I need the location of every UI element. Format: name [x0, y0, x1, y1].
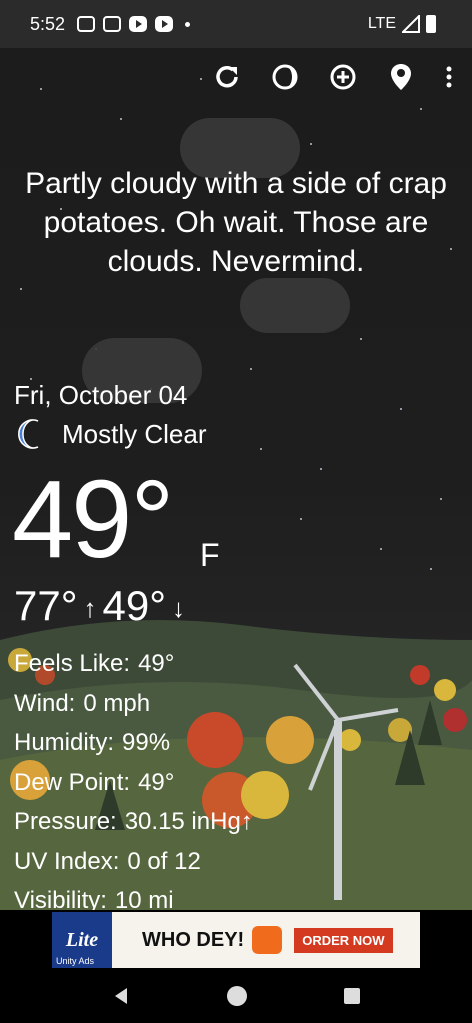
- detail-row: Humidity: 99%: [14, 723, 253, 763]
- home-icon[interactable]: [226, 985, 248, 1007]
- detail-label: Humidity:: [14, 729, 115, 756]
- arrow-down-icon: ↓: [172, 593, 186, 623]
- detail-value: 99%: [122, 729, 171, 756]
- high-temp: 77°: [14, 582, 78, 629]
- detail-label: Pressure:: [14, 808, 117, 835]
- detail-value: 0 mph: [83, 689, 151, 717]
- location-pin-icon[interactable]: [386, 62, 416, 92]
- theme-icon[interactable]: [270, 62, 300, 92]
- weather-details: Feels Like: 49° Wind: 0 mph Humidity: 99% D…: [14, 644, 253, 921]
- current-condition: Mostly Clear: [16, 418, 206, 450]
- current-temperature: 49°: [12, 458, 174, 581]
- add-location-icon[interactable]: [328, 62, 358, 92]
- ad-network-label: Unity Ads: [56, 956, 95, 966]
- condition-text: Mostly Clear: [62, 418, 207, 449]
- toolbar: [212, 62, 454, 92]
- high-low: 77° ↑ 49° ↓: [14, 582, 185, 630]
- low-temp: 49°: [102, 582, 167, 629]
- detail-row: Feels Like: 49°: [14, 644, 253, 684]
- weather-headline: Partly cloudy with a side of crap potato…: [25, 167, 447, 278]
- notification-icons: [77, 16, 191, 32]
- status-bar: 5:52 LTE: [0, 0, 472, 48]
- detail-value: 30.15 inHg↑: [124, 808, 253, 835]
- ad-banner-area: Lite WHO DEY! ORDER NOW Unity Ads: [0, 910, 472, 968]
- detail-row: Wind: 0 mph: [14, 684, 253, 724]
- bengals-logo: [252, 926, 283, 954]
- detail-label: Wind:: [14, 689, 76, 717]
- forecast-date: Fri, October 04: [14, 380, 188, 410]
- instagram-icon: [77, 16, 96, 32]
- detail-value: 0 of 12: [127, 847, 201, 875]
- back-icon[interactable]: [111, 986, 131, 1006]
- recents-icon[interactable]: [343, 987, 361, 1005]
- youtube-icon: [155, 16, 174, 32]
- detail-row: Pressure: 30.15 inHg↑: [14, 802, 253, 842]
- ad-headline: WHO DEY!: [142, 928, 245, 951]
- detail-label: Feels Like:: [14, 650, 131, 677]
- status-time: 5:52: [30, 13, 66, 34]
- ad-banner[interactable]: Lite WHO DEY! ORDER NOW Unity Ads: [52, 912, 420, 968]
- refresh-icon[interactable]: [212, 62, 242, 92]
- more-notifications-dot: [185, 21, 191, 27]
- youtube-icon: [129, 16, 148, 32]
- temperature-unit: F: [200, 537, 220, 573]
- battery-icon: [426, 15, 436, 33]
- more-vert-icon[interactable]: [444, 62, 454, 92]
- detail-label: Dew Point:: [14, 768, 131, 796]
- order-now-button[interactable]: ORDER NOW: [294, 927, 393, 953]
- arrow-up-icon: ↑: [83, 593, 97, 623]
- detail-row: UV Index: 0 of 12: [14, 842, 253, 882]
- detail-label: UV Index:: [14, 847, 120, 875]
- cloud: [240, 278, 350, 333]
- moon-icon: [18, 419, 39, 449]
- detail-row: Dew Point: 49°: [14, 763, 253, 803]
- navigation-bar: [0, 968, 472, 1023]
- signal-icon: [402, 15, 420, 33]
- network-type: LTE: [367, 15, 396, 32]
- instagram-icon: [103, 16, 122, 32]
- detail-value: 49°: [138, 650, 175, 677]
- detail-value: 49°: [138, 768, 175, 796]
